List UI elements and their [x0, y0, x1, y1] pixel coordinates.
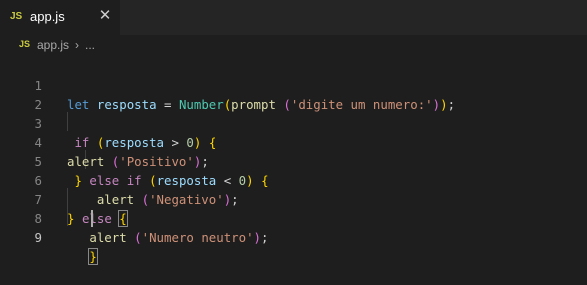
code-line: 7 } else {	[0, 171, 587, 227]
breadcrumb: JS app.js › ...	[0, 35, 587, 57]
breadcrumb-file[interactable]: app.js	[37, 38, 69, 52]
line-number: 9	[34, 230, 42, 245]
code-editor[interactable]: 1 let resposta = Number(prompt ('digite …	[0, 55, 587, 265]
text-cursor	[91, 210, 93, 227]
code-line: 4 alert ('Positivo');	[0, 114, 587, 169]
code-line: 1 let resposta = Number(prompt ('digite …	[0, 57, 587, 112]
javascript-file-icon: JS	[10, 11, 23, 22]
tab-bar: JS app.js ✕	[0, 0, 587, 35]
line-text: }	[88, 248, 98, 265]
line-text: alert ('Numero neutro');	[89, 230, 269, 245]
tab-title: app.js	[30, 9, 65, 24]
code-line: 6 alert ('Negativo');	[0, 152, 587, 207]
editor-tab-app-js[interactable]: JS app.js ✕	[0, 0, 120, 35]
code-line: 8 alert ('Numero neutro');	[0, 190, 587, 245]
javascript-file-icon: JS	[19, 39, 31, 49]
code-line: 2	[0, 76, 587, 112]
close-icon[interactable]: ✕	[97, 6, 113, 26]
breadcrumb-symbols[interactable]: ...	[85, 38, 95, 52]
code-line: 3 if (resposta > 0) {	[0, 95, 587, 150]
code-line: 5 } else if (resposta < 0) {	[0, 133, 587, 188]
chevron-right-icon: ›	[75, 38, 79, 52]
code-line: 9 }	[0, 209, 587, 265]
